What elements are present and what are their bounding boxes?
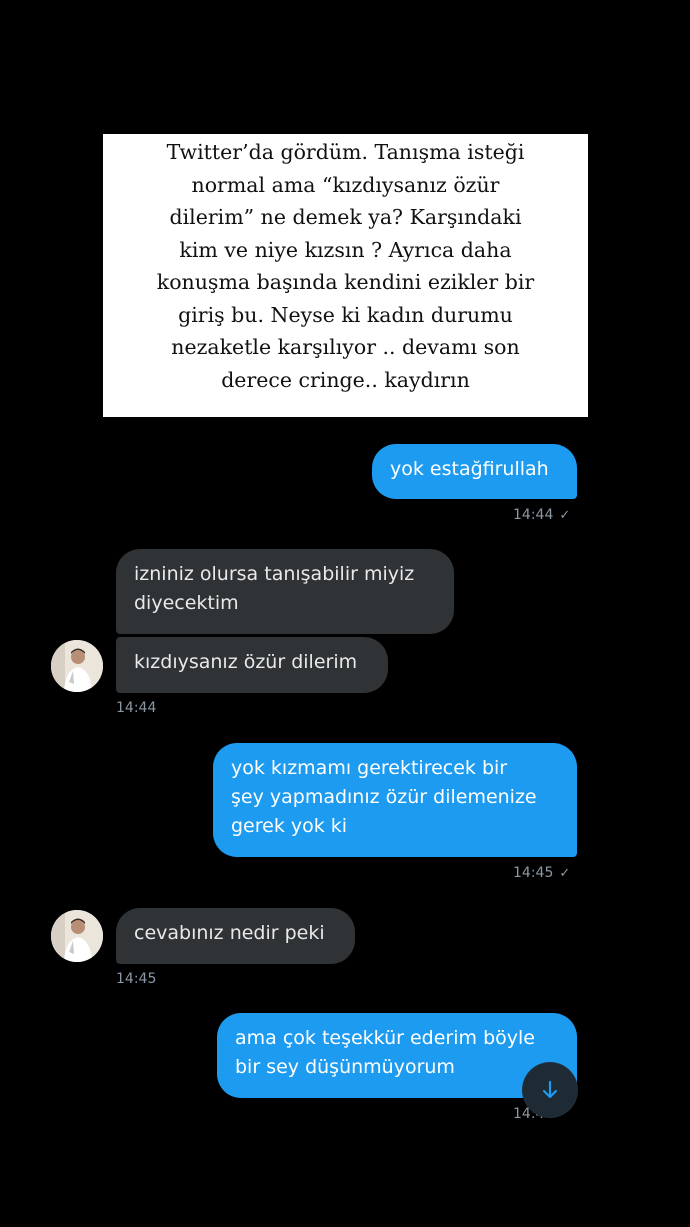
caption-line: dilerim” ne demek ya? Karşındaki [169, 205, 522, 229]
message-text: gerek yok ki [231, 815, 348, 837]
read-check-icon: ✓ [559, 866, 571, 881]
caption-line: giriş bu. Neyse ki kadın durumu [178, 302, 513, 327]
caption-line: Twitter’da gördüm. Tanışma isteği [166, 140, 525, 164]
received-message-bubble[interactable]: kızdıysanız özür dilerim [116, 637, 388, 693]
message-text: bir sey düşünmüyorum [235, 1056, 455, 1078]
sent-message-bubble[interactable]: yok estağfirullah [372, 444, 577, 499]
caption-line: nezaketle karşılıyor .. devamı son [171, 335, 520, 359]
message-text: cevabınız nedir peki [134, 922, 325, 944]
message-text: izniniz olursa tanışabilir miyiz [134, 563, 415, 585]
message-text: diyecektim [134, 592, 239, 614]
message-timestamp: 14:45 ✓ [513, 865, 571, 881]
sent-message-bubble[interactable]: yok kızmamı gerektirecek bir şey yapmadı… [213, 743, 577, 857]
received-message-bubble[interactable]: izniniz olursa tanışabilir miyiz diyecek… [116, 549, 454, 634]
caption-line: derece cringe.. kaydırın [221, 367, 470, 392]
message-timestamp: 14:45 [116, 971, 157, 987]
message-text: şey yapmadınız özür dilemenize [231, 786, 537, 808]
caption-line: normal ama “kızdıysanız özür [191, 172, 500, 197]
message-text: yok kızmamı gerektirecek bir [231, 757, 508, 779]
person-photo-icon [51, 640, 103, 692]
message-timestamp: 14:44 ✓ [513, 507, 571, 523]
arrow-down-icon [542, 1080, 558, 1099]
message-text: ama çok teşekkür ederim böyle [235, 1027, 535, 1049]
contact-avatar[interactable] [51, 910, 103, 962]
message-text: yok estağfirullah [390, 458, 549, 480]
person-photo-icon [51, 910, 103, 962]
received-message-bubble[interactable]: cevabınız nedir peki [116, 908, 355, 964]
caption-line: konuşma başında kendini ezikler bir [156, 270, 535, 294]
message-text: kızdıysanız özür dilerim [134, 651, 358, 673]
scroll-to-bottom-button[interactable] [523, 1063, 577, 1117]
caption-line: kim ve niye kızsın ? Ayrıca daha [179, 237, 512, 262]
message-timestamp: 14:44 [116, 700, 157, 716]
contact-avatar[interactable] [51, 640, 103, 692]
story-caption-overlay: Twitter’da gördüm. Tanışma isteği normal… [103, 134, 588, 417]
read-check-icon: ✓ [559, 508, 571, 523]
